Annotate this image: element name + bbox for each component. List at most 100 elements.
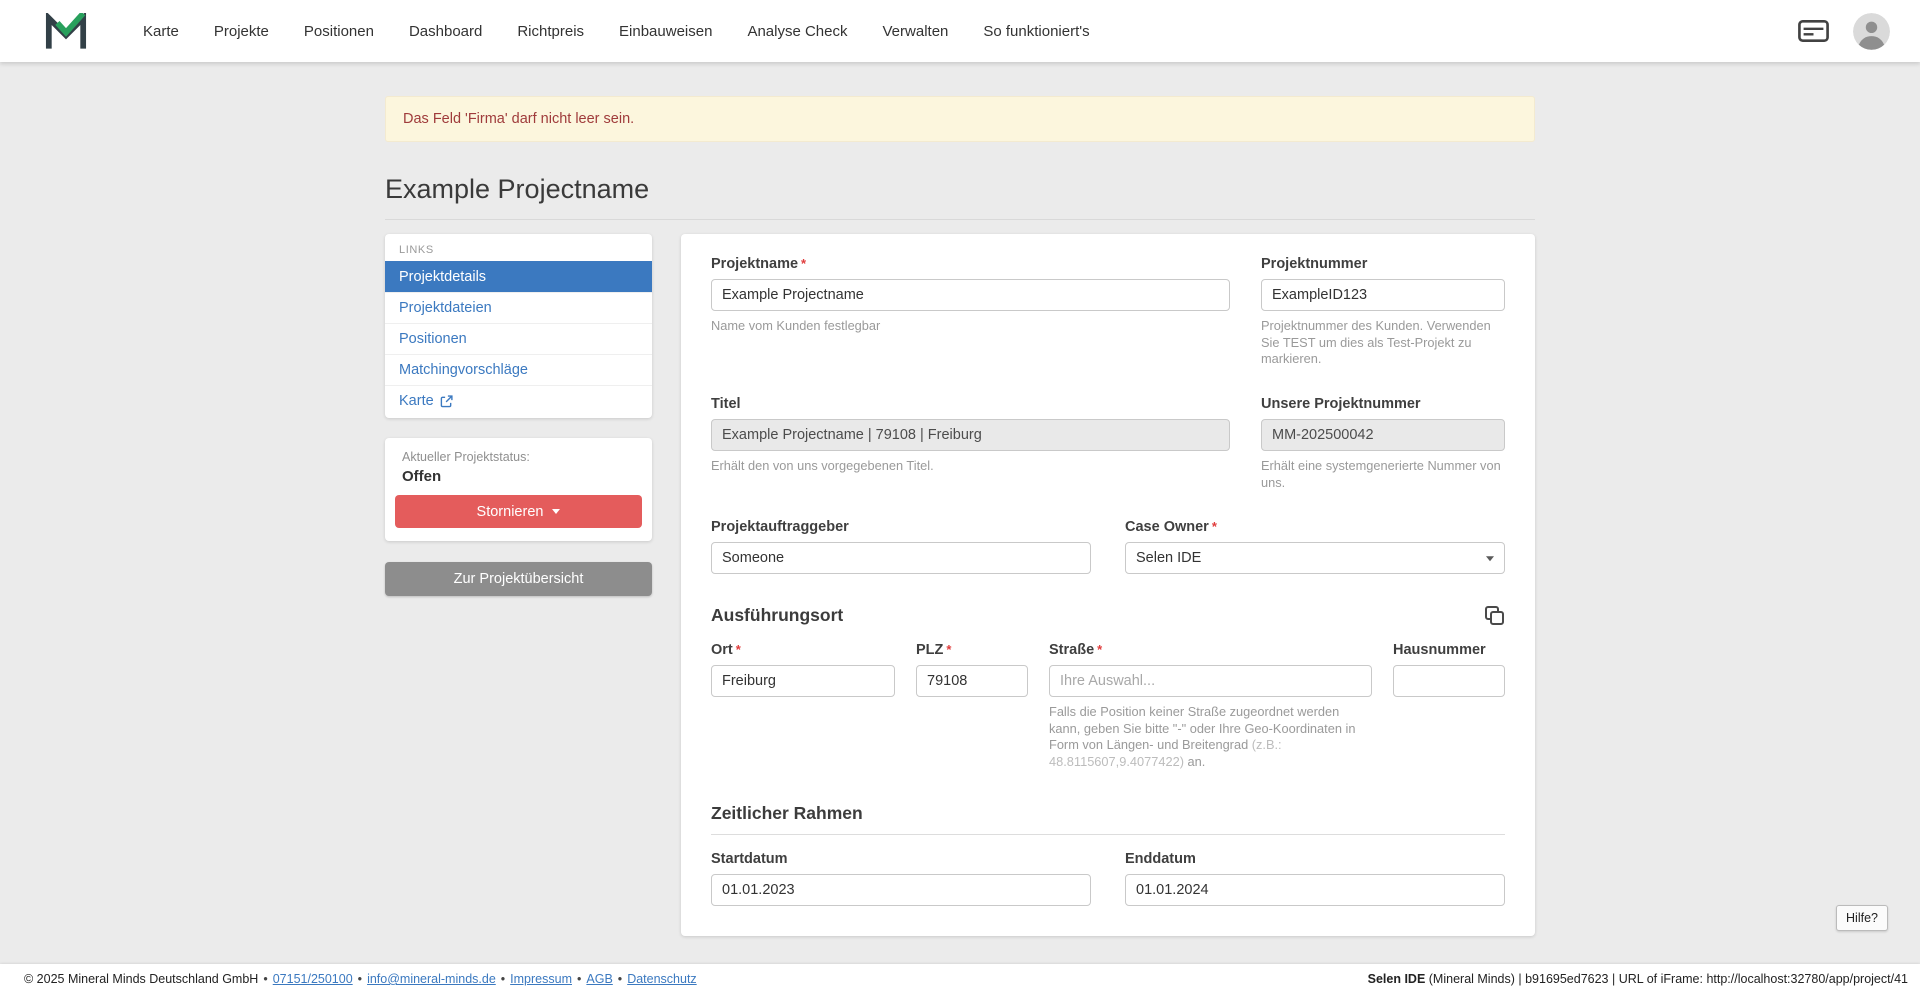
footer-datenschutz-link[interactable]: Datenschutz bbox=[627, 972, 696, 986]
top-nav: Karte Projekte Positionen Dashboard Rich… bbox=[0, 0, 1920, 62]
footer-agb-link[interactable]: AGB bbox=[586, 972, 612, 986]
footer-separator: • bbox=[263, 972, 267, 986]
sidebar: LINKS Projektdetails Projektdateien Posi… bbox=[385, 234, 652, 596]
footer-phone-link[interactable]: 07151/250100 bbox=[273, 972, 353, 986]
projektnummer-input[interactable] bbox=[1261, 279, 1505, 311]
sidebar-item-projektdetails[interactable]: Projektdetails bbox=[385, 261, 652, 292]
nav-item-dashboard[interactable]: Dashboard bbox=[409, 23, 482, 40]
project-overview-button[interactable]: Zur Projektübersicht bbox=[385, 562, 652, 596]
strasse-label: Straße* bbox=[1049, 642, 1372, 658]
projektname-label: Projektname* bbox=[711, 256, 1230, 272]
footer-impressum-link[interactable]: Impressum bbox=[510, 972, 572, 986]
footer-left: © 2025 Mineral Minds Deutschland GmbH • … bbox=[24, 972, 697, 986]
links-header: LINKS bbox=[385, 234, 652, 261]
project-details-card: Projektname* Name vom Kunden festlegbar … bbox=[681, 234, 1535, 936]
plz-label-text: PLZ bbox=[916, 642, 943, 658]
unsere-projektnummer-helper: Erhält eine systemgenerierte Nummer von … bbox=[1261, 458, 1505, 491]
projektname-label-text: Projektname bbox=[711, 256, 798, 272]
required-marker: * bbox=[801, 256, 806, 271]
layout-row: LINKS Projektdetails Projektdateien Posi… bbox=[385, 234, 1535, 936]
help-button[interactable]: Hilfe? bbox=[1836, 905, 1888, 931]
plz-label: PLZ* bbox=[916, 642, 1028, 658]
status-card: Aktueller Projektstatus: Offen Storniere… bbox=[385, 438, 652, 541]
nav-item-karte[interactable]: Karte bbox=[143, 23, 179, 40]
page-title: Example Projectname bbox=[385, 174, 1535, 205]
projektauftraggeber-label: Projektauftraggeber bbox=[711, 519, 1091, 535]
case-owner-value: Selen IDE bbox=[1136, 550, 1201, 566]
form-row-3: Projektauftraggeber Case Owner* Selen ID… bbox=[711, 519, 1505, 574]
page-footer: © 2025 Mineral Minds Deutschland GmbH • … bbox=[0, 964, 1920, 994]
nav-item-richtpreis[interactable]: Richtpreis bbox=[517, 23, 584, 40]
titel-helper: Erhält den von uns vorgegebenen Titel. bbox=[711, 458, 1230, 475]
sidebar-item-positionen[interactable]: Positionen bbox=[385, 323, 652, 354]
copy-icon[interactable] bbox=[1483, 604, 1505, 626]
projektname-input[interactable] bbox=[711, 279, 1230, 311]
plz-input[interactable] bbox=[916, 665, 1028, 697]
startdatum-label: Startdatum bbox=[711, 851, 1091, 867]
footer-separator: • bbox=[501, 972, 505, 986]
case-owner-label: Case Owner* bbox=[1125, 519, 1505, 535]
strasse-helper-main: Falls die Position keiner Straße zugeord… bbox=[1049, 704, 1355, 752]
unsere-projektnummer-input bbox=[1261, 419, 1505, 451]
required-marker: * bbox=[1097, 642, 1102, 657]
status-value: Offen bbox=[395, 468, 642, 485]
strasse-helper-suffix: an. bbox=[1184, 754, 1205, 769]
nav-item-verwalten[interactable]: Verwalten bbox=[883, 23, 949, 40]
sidebar-item-karte-label: Karte bbox=[399, 393, 434, 409]
chevron-down-icon bbox=[1486, 556, 1494, 561]
enddatum-input[interactable] bbox=[1125, 874, 1505, 906]
sidebar-item-karte[interactable]: Karte bbox=[385, 385, 652, 416]
sidebar-item-projektdateien[interactable]: Projektdateien bbox=[385, 292, 652, 323]
content-container: Das Feld 'Firma' darf nicht leer sein. E… bbox=[385, 96, 1535, 936]
projektname-helper: Name vom Kunden festlegbar bbox=[711, 318, 1230, 335]
card-reader-icon[interactable] bbox=[1798, 20, 1829, 42]
form-row-dates: Startdatum Enddatum bbox=[711, 851, 1505, 906]
strasse-input[interactable] bbox=[1049, 665, 1372, 697]
user-avatar[interactable] bbox=[1853, 13, 1890, 50]
required-marker: * bbox=[1212, 519, 1217, 534]
ausfuehrungsort-section-head: Ausführungsort bbox=[711, 604, 1505, 626]
chevron-down-icon bbox=[552, 509, 560, 514]
hausnummer-label: Hausnummer bbox=[1393, 642, 1505, 658]
ort-input[interactable] bbox=[711, 665, 895, 697]
logo-icon bbox=[45, 13, 87, 50]
person-icon bbox=[1853, 13, 1890, 50]
ausfuehrungsort-row: Ort* PLZ* Straße* bbox=[711, 642, 1505, 771]
status-label: Aktueller Projektstatus: bbox=[395, 450, 642, 464]
footer-email-link[interactable]: info@mineral-minds.de bbox=[367, 972, 496, 986]
footer-separator: • bbox=[358, 972, 362, 986]
required-marker: * bbox=[736, 642, 741, 657]
nav-right bbox=[1798, 13, 1890, 50]
stornieren-button[interactable]: Stornieren bbox=[395, 495, 642, 528]
strasse-helper: Falls die Position keiner Straße zugeord… bbox=[1049, 704, 1372, 771]
stornieren-button-label: Stornieren bbox=[477, 504, 544, 520]
validation-alert: Das Feld 'Firma' darf nicht leer sein. bbox=[385, 96, 1535, 142]
nav-item-projekte[interactable]: Projekte bbox=[214, 23, 269, 40]
footer-separator: • bbox=[618, 972, 622, 986]
nav-item-positionen[interactable]: Positionen bbox=[304, 23, 374, 40]
external-link-icon bbox=[440, 395, 453, 408]
case-owner-label-text: Case Owner bbox=[1125, 519, 1209, 535]
enddatum-label: Enddatum bbox=[1125, 851, 1505, 867]
zeitlicher-rahmen-heading: Zeitlicher Rahmen bbox=[711, 803, 1505, 824]
footer-copyright: © 2025 Mineral Minds Deutschland GmbH bbox=[24, 972, 258, 986]
ort-label: Ort* bbox=[711, 642, 895, 658]
nav-item-analyse-check[interactable]: Analyse Check bbox=[747, 23, 847, 40]
startdatum-input[interactable] bbox=[711, 874, 1091, 906]
strasse-label-text: Straße bbox=[1049, 642, 1094, 658]
hausnummer-input[interactable] bbox=[1393, 665, 1505, 697]
nav-item-einbauweisen[interactable]: Einbauweisen bbox=[619, 23, 712, 40]
nav-item-so-funktionierts[interactable]: So funktioniert's bbox=[983, 23, 1089, 40]
case-owner-select[interactable]: Selen IDE bbox=[1125, 542, 1505, 574]
form-row-1: Projektname* Name vom Kunden festlegbar … bbox=[711, 256, 1505, 368]
mineral-minds-logo[interactable] bbox=[45, 13, 87, 50]
title-divider bbox=[385, 219, 1535, 220]
footer-session-info: Selen IDE (Mineral Minds) | b91695ed7623… bbox=[1368, 972, 1908, 986]
footer-session-details: (Mineral Minds) | b91695ed7623 | URL of … bbox=[1425, 972, 1908, 986]
projektauftraggeber-input[interactable] bbox=[711, 542, 1091, 574]
unsere-projektnummer-label: Unsere Projektnummer bbox=[1261, 396, 1505, 412]
titel-label: Titel bbox=[711, 396, 1230, 412]
main-nav: Karte Projekte Positionen Dashboard Rich… bbox=[143, 23, 1798, 40]
ausfuehrungsort-heading: Ausführungsort bbox=[711, 605, 843, 626]
sidebar-item-matchingvorschlaege[interactable]: Matchingvorschläge bbox=[385, 354, 652, 385]
